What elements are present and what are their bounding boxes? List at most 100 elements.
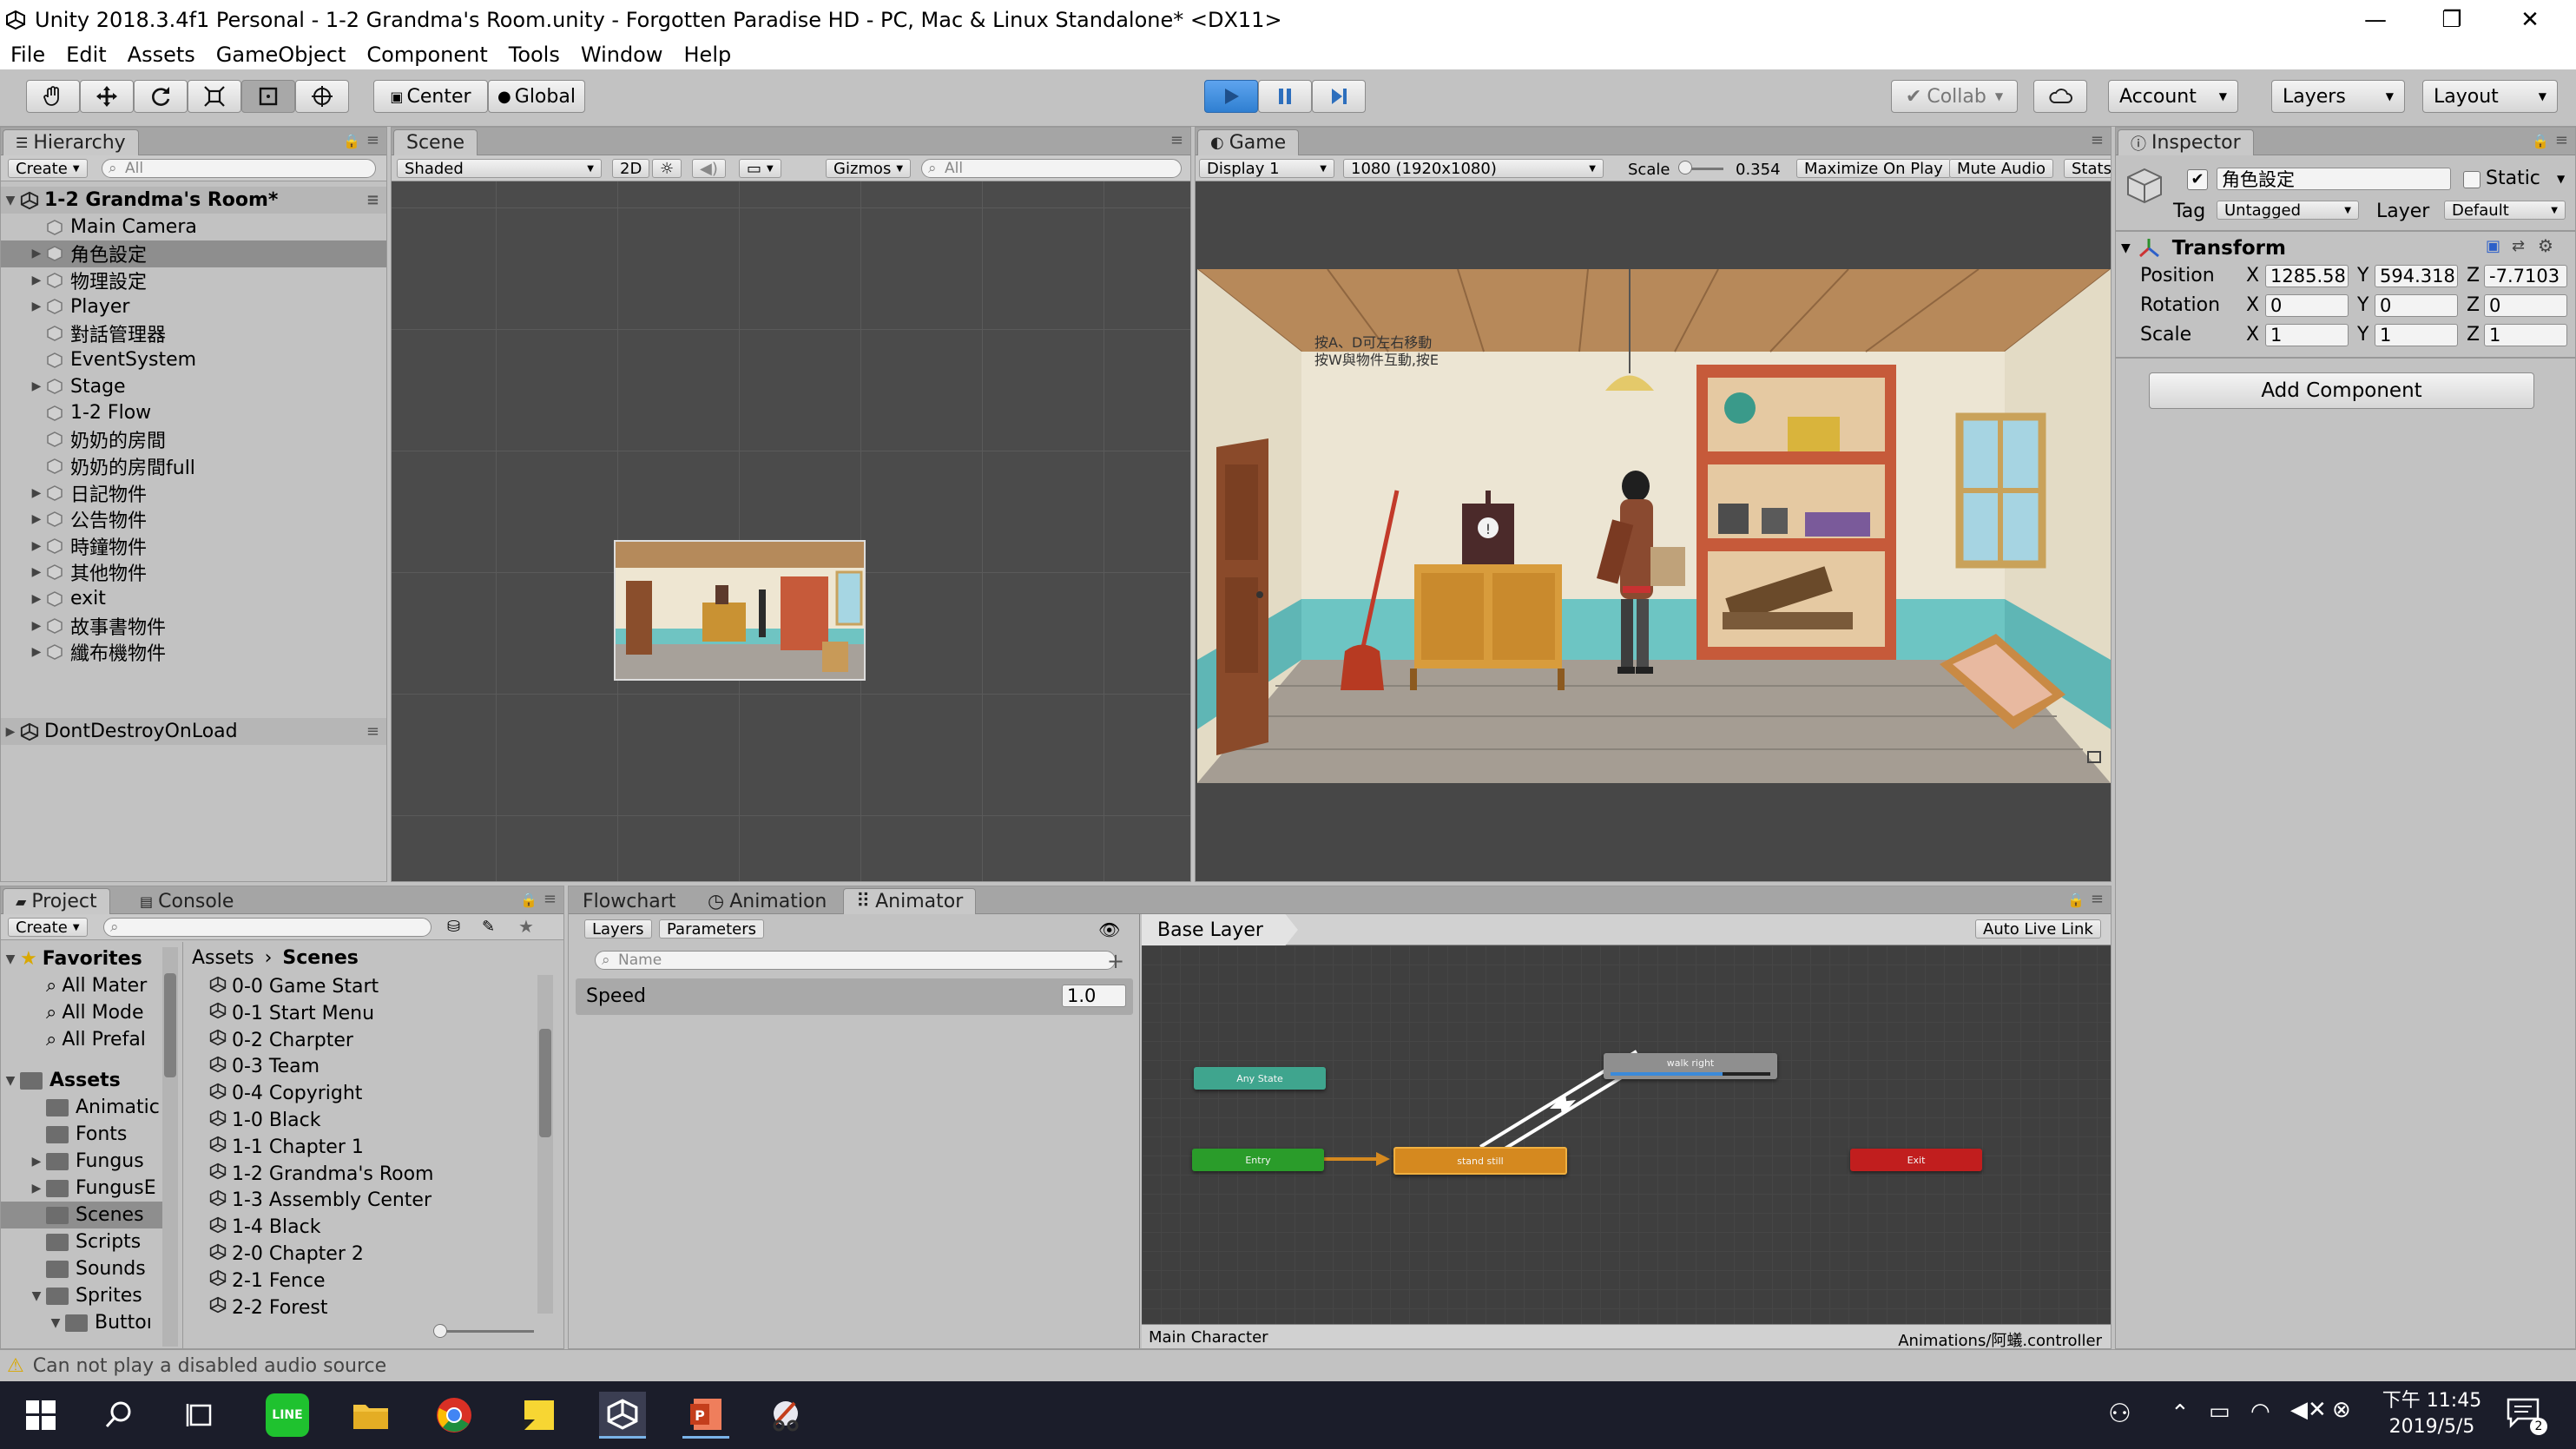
asset-folder[interactable]: Scenes	[1, 1202, 162, 1228]
scene-file-item[interactable]: 2-2 Forest	[209, 1294, 327, 1321]
hand-tool-button[interactable]	[26, 80, 80, 113]
sticky-notes-button[interactable]	[517, 1393, 561, 1437]
hierarchy-search-input[interactable]: ⌕ All	[102, 159, 376, 178]
expand-arrow-icon[interactable]: ▼	[1, 952, 20, 966]
tab-animator[interactable]: ⠿ Animator	[843, 888, 977, 914]
asset-folder[interactable]: ▼ Buttoı	[1, 1309, 162, 1336]
effects-dropdown[interactable]: ▭ ▼	[739, 159, 781, 178]
expand-arrow-icon[interactable]: ▶	[27, 645, 46, 659]
rotate-tool-button[interactable]	[134, 80, 188, 113]
favorite-item[interactable]: ⌕ All Mater	[46, 972, 147, 999]
project-search-input[interactable]: ⌕	[103, 918, 432, 937]
panel-menu-icon[interactable]: ≡	[1170, 131, 1183, 149]
folder-tree-scroll-thumb[interactable]	[164, 973, 176, 1077]
hierarchy-item[interactable]: ▶ 物理設定	[1, 267, 386, 293]
cloud-button[interactable]	[2033, 80, 2087, 113]
tab-inspector[interactable]: ⓘ Inspector	[2118, 129, 2254, 155]
people-icon[interactable]: ⚇	[2108, 1399, 2131, 1429]
menu-gameobject[interactable]: GameObject	[216, 43, 346, 67]
taskbar-search-button[interactable]	[97, 1393, 141, 1437]
chrome-button[interactable]	[432, 1393, 476, 1437]
hierarchy-item[interactable]: Main Camera	[1, 214, 386, 240]
asset-folder[interactable]: Scripts	[1, 1228, 162, 1255]
favorite-item[interactable]: ⌕ All Prefal	[46, 1026, 146, 1053]
file-explorer-button[interactable]	[349, 1393, 392, 1437]
expand-arrow-icon[interactable]: ▶	[27, 1182, 46, 1195]
gizmos-dropdown[interactable]: Gizmos ▼	[826, 159, 912, 178]
object-name-field[interactable]: 角色設定	[2217, 168, 2451, 190]
scene-root-row[interactable]: ▼ 1-2 Grandma's Room* ≡	[1, 187, 386, 214]
filter-type-icon[interactable]: ⛁	[447, 918, 460, 936]
expand-arrow-icon[interactable]: ▶	[27, 300, 46, 313]
play-button[interactable]	[1204, 80, 1258, 113]
stats-toggle[interactable]: Stats	[2064, 159, 2111, 178]
battery-icon[interactable]: ▭	[2209, 1399, 2230, 1425]
display-dropdown[interactable]: Display 1 ▼	[1199, 159, 1334, 178]
hierarchy-item[interactable]: ▶ 日記物件	[1, 479, 386, 506]
tab-hierarchy[interactable]: ☰ Hierarchy	[3, 129, 139, 155]
collab-dropdown[interactable]: ✔ Collab ▼	[1891, 80, 2018, 113]
add-component-button[interactable]: Add Component	[2149, 372, 2534, 409]
clock-area[interactable]: 下午 11:45 2019/5/5	[2375, 1388, 2488, 1444]
icon-size-thumb[interactable]	[433, 1324, 447, 1338]
help-book-icon[interactable]: ▣	[2486, 237, 2500, 255]
hierarchy-item[interactable]: EventSystem	[1, 346, 386, 373]
space-global-toggle[interactable]: ● Global	[488, 80, 585, 113]
scale-x-field[interactable]: 1	[2265, 324, 2349, 346]
notification-x-icon[interactable]: ⊗	[2332, 1397, 2351, 1423]
tab-scene[interactable]: Scene	[393, 129, 478, 155]
asset-folder[interactable]: Sounds	[1, 1255, 162, 1282]
expand-arrow-icon[interactable]: ▶	[27, 486, 46, 500]
expand-arrow-icon[interactable]: ▶	[27, 1155, 46, 1169]
scene-file-item[interactable]: 2-1 Fence	[209, 1268, 326, 1294]
scene-camera-preview[interactable]	[614, 540, 866, 681]
any-state-node[interactable]: Any State	[1194, 1067, 1326, 1090]
game-render[interactable]: ! 按A、D可左右移動 按W與物件互動,按E	[1197, 269, 2111, 783]
line-app-button[interactable]: LINE	[266, 1393, 309, 1437]
scale-slider-thumb[interactable]	[1678, 161, 1692, 175]
mute-audio-toggle[interactable]: Mute Audio	[1949, 159, 2053, 178]
expand-arrow-icon[interactable]: ▶	[27, 565, 46, 579]
expand-arrow-icon[interactable]: ▶	[27, 619, 46, 633]
scene-file-item[interactable]: 1-3 Assembly Center	[209, 1187, 432, 1214]
scene-menu-icon[interactable]: ≡	[366, 191, 379, 209]
lock-icon[interactable]: 🔒	[2532, 133, 2549, 149]
panel-menu-icon[interactable]: ≡	[544, 890, 557, 908]
scene-file-item[interactable]: 1-1 Chapter 1	[209, 1134, 364, 1161]
lock-icon[interactable]: 🔒	[343, 133, 360, 149]
add-parameter-icon[interactable]: +	[1107, 949, 1124, 973]
rotation-y-field[interactable]: 0	[2375, 294, 2458, 317]
breadcrumb-assets[interactable]: Assets	[192, 947, 254, 969]
status-message[interactable]: Can not play a disabled audio source	[33, 1355, 386, 1377]
expand-arrow-icon[interactable]: ▼	[1, 194, 20, 207]
chevron-up-icon[interactable]: ⌃	[2171, 1400, 2190, 1426]
expand-arrow-icon[interactable]: ▶	[27, 379, 46, 393]
static-checkbox[interactable]	[2463, 171, 2480, 188]
breadcrumb-scenes[interactable]: Scenes	[282, 947, 358, 969]
file-list-scrollbar[interactable]	[537, 975, 553, 1314]
unity-taskbar-button[interactable]	[599, 1392, 646, 1439]
entry-node[interactable]: Entry	[1192, 1149, 1324, 1171]
snipping-tool-button[interactable]	[764, 1393, 807, 1437]
expand-arrow-icon[interactable]: ▶	[27, 592, 46, 606]
file-list-scroll-thumb[interactable]	[539, 1029, 551, 1137]
scene-file-item[interactable]: 1-4 Black	[209, 1214, 320, 1241]
asset-folder[interactable]: ▼ Sprites	[1, 1282, 162, 1309]
dropdown-arrow-icon[interactable]: ▼	[2557, 173, 2565, 185]
scene-viewport[interactable]	[392, 181, 1190, 881]
base-layer-crumb[interactable]: Base Layer	[1142, 914, 1298, 945]
project-create-dropdown[interactable]: Create ▼	[8, 918, 88, 937]
scene-file-item[interactable]: 0-0 Game Start	[209, 973, 379, 1000]
expand-arrow-icon[interactable]: ▼	[1, 1074, 20, 1088]
action-center-button[interactable]: 2	[2506, 1397, 2547, 1435]
rotation-z-field[interactable]: 0	[2484, 294, 2567, 317]
scene-file-item[interactable]: 2-0 Chapter 2	[209, 1241, 364, 1268]
volume-muted-icon[interactable]: ◀✕	[2290, 1397, 2327, 1423]
assets-root-row[interactable]: ▼ Assets	[1, 1067, 121, 1094]
hierarchy-item[interactable]: 1-2 Flow	[1, 399, 386, 426]
panel-menu-icon[interactable]: ≡	[2555, 131, 2568, 149]
tab-project[interactable]: ▰ Project	[3, 888, 110, 914]
rotation-x-field[interactable]: 0	[2265, 294, 2349, 317]
close-button[interactable]: ✕	[2492, 0, 2568, 40]
hierarchy-item[interactable]: 奶奶的房間full	[1, 452, 386, 479]
